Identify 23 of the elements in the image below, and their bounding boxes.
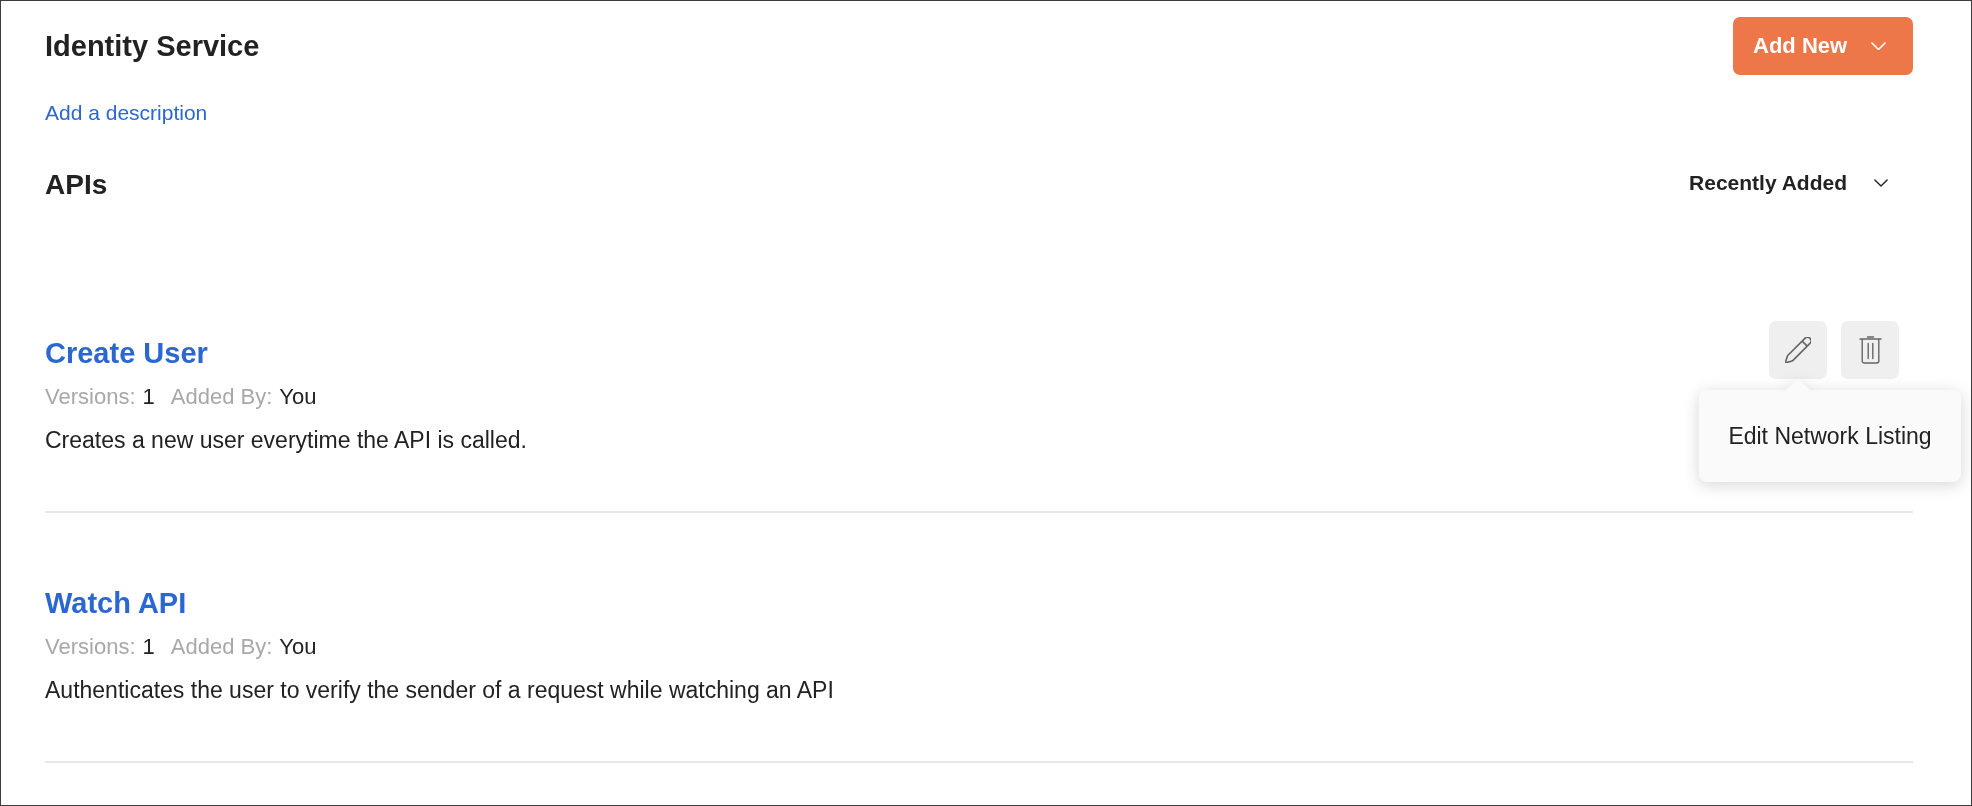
- chevron-down-icon: [1871, 41, 1887, 51]
- added-by-value: You: [279, 383, 317, 411]
- add-new-button[interactable]: Add New: [1733, 17, 1913, 75]
- api-description: Creates a new user everytime the API is called.: [45, 426, 527, 454]
- trash-icon: [1858, 335, 1882, 365]
- add-description-link[interactable]: Add a description: [45, 101, 208, 124]
- delete-button[interactable]: [1841, 321, 1899, 379]
- added-by-value: You: [279, 633, 317, 661]
- pencil-icon: [1785, 337, 1811, 363]
- added-by-label: Added By:: [170, 383, 273, 411]
- sort-dropdown[interactable]: Recently Added: [1689, 168, 1888, 198]
- versions-value: 1: [142, 633, 155, 661]
- versions-value: 1: [142, 383, 155, 411]
- api-description: Authenticates the user to verify the sender of a request while watching an API: [45, 676, 834, 704]
- api-title-link[interactable]: Create User: [45, 336, 208, 371]
- versions-label: Versions:: [45, 383, 136, 411]
- chevron-down-icon: [1874, 179, 1888, 187]
- section-title: APIs: [45, 168, 108, 202]
- added-by-label: Added By:: [170, 633, 273, 661]
- edit-button[interactable]: [1769, 321, 1827, 379]
- api-title-link[interactable]: Watch API: [45, 586, 187, 621]
- versions-label: Versions:: [45, 633, 136, 661]
- page-title: Identity Service: [45, 29, 260, 63]
